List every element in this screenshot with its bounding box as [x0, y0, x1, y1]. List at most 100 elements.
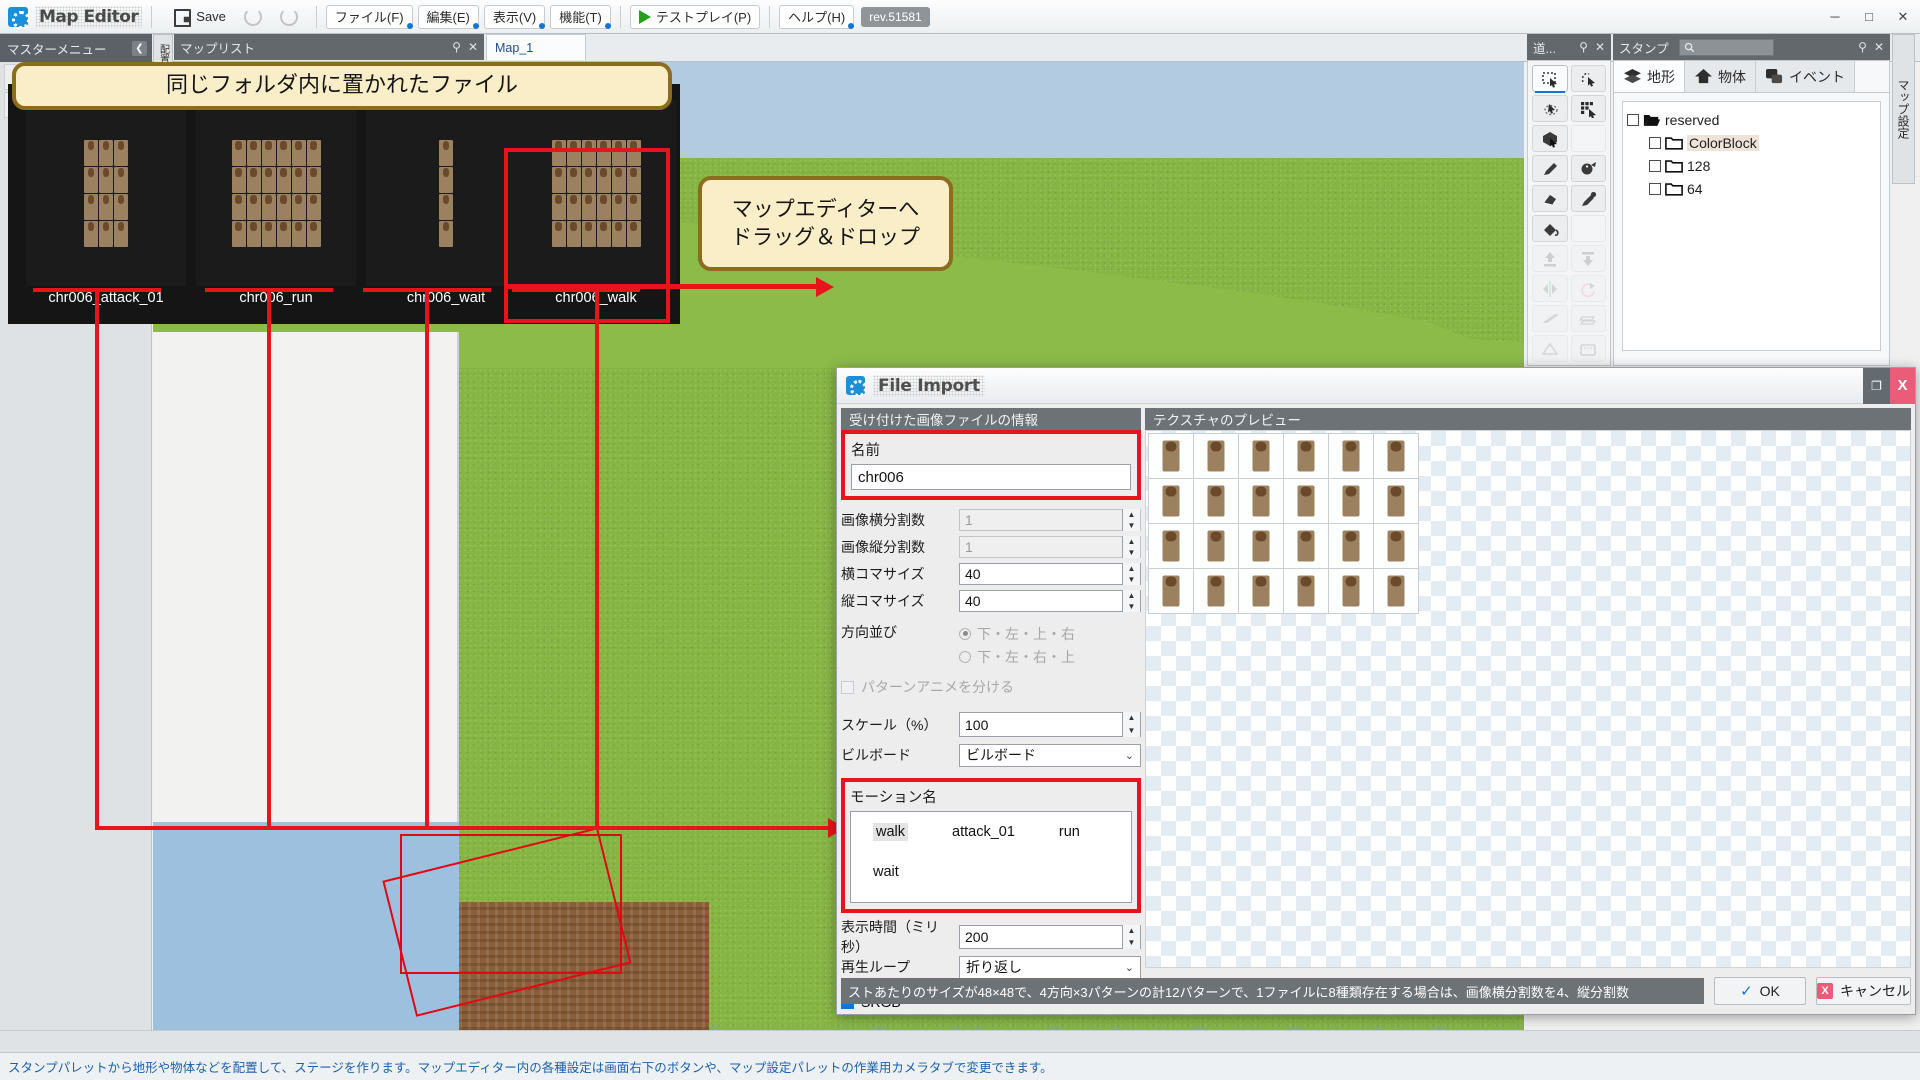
grid-select-tool[interactable] — [1571, 95, 1607, 122]
tree-checkbox[interactable] — [1649, 183, 1661, 195]
help-button[interactable]: ヘルプ(H) — [779, 5, 854, 29]
spinner-arrows[interactable]: ▲▼ — [1122, 712, 1140, 737]
tree-node-128[interactable]: 128 — [1627, 154, 1876, 177]
file-thumbnail[interactable] — [516, 100, 676, 286]
preview-cell[interactable] — [1284, 479, 1328, 523]
tree-checkbox[interactable] — [1649, 137, 1661, 149]
preview-cell[interactable] — [1329, 569, 1373, 613]
pin-icon[interactable]: ⚲ — [1858, 40, 1867, 54]
box-select-tool[interactable] — [1532, 125, 1568, 152]
close-button[interactable]: ✕ — [1886, 2, 1920, 32]
save-button[interactable]: Save — [165, 5, 235, 29]
preview-cell[interactable] — [1149, 434, 1193, 478]
tree-node-colorblock[interactable]: ColorBlock — [1627, 131, 1876, 154]
testplay-button[interactable]: テストプレイ(P) — [630, 5, 760, 29]
preview-cell[interactable] — [1149, 524, 1193, 568]
tab-event[interactable]: イベント — [1756, 61, 1855, 92]
ok-button[interactable]: ✓ OK — [1714, 977, 1806, 1005]
maximize-button[interactable]: □ — [1852, 2, 1886, 32]
file-thumbnail[interactable] — [196, 100, 356, 286]
menu-edit[interactable]: 編集(E) — [418, 5, 479, 29]
spinner-arrows[interactable]: ▲▼ — [1122, 925, 1140, 949]
dialog-close-button[interactable]: X — [1890, 368, 1915, 404]
lasso-pointer-tool[interactable] — [1571, 65, 1607, 92]
eraser-tool[interactable] — [1532, 185, 1568, 212]
preview-cell[interactable] — [1149, 479, 1193, 523]
stamp-tree[interactable]: reservedColorBlock12864 — [1622, 101, 1881, 351]
fill-bucket-tool[interactable] — [1532, 215, 1568, 242]
scale-input[interactable]: 100 ▲▼ — [959, 712, 1141, 737]
preview-cell[interactable] — [1239, 479, 1283, 523]
motion-list[interactable]: walk attack_01 run wait — [850, 811, 1132, 903]
free-select-tool[interactable] — [1532, 95, 1568, 122]
preview-cell[interactable] — [1239, 434, 1283, 478]
redo-button[interactable] — [271, 5, 307, 29]
eyedropper-tool[interactable] — [1571, 185, 1607, 212]
vsplit-count-input[interactable]: 1 ▲▼ — [959, 536, 1141, 558]
preview-cell[interactable] — [1374, 524, 1418, 568]
preview-cell[interactable] — [1329, 524, 1373, 568]
preview-cell[interactable] — [1239, 569, 1283, 613]
motion-item-wait[interactable]: wait — [873, 864, 899, 880]
close-icon[interactable]: ✕ — [1874, 40, 1884, 54]
menu-view[interactable]: 表示(V) — [484, 5, 545, 29]
preview-cell[interactable] — [1194, 434, 1238, 478]
tree-node-64[interactable]: 64 — [1627, 177, 1876, 200]
file-thumbnail[interactable] — [366, 100, 526, 286]
spinner-arrows[interactable]: ▲▼ — [1122, 509, 1140, 531]
preview-cell[interactable] — [1284, 569, 1328, 613]
close-icon[interactable]: ✕ — [1595, 40, 1605, 54]
rect-select-tool[interactable] — [1532, 65, 1568, 92]
preview-cell[interactable] — [1374, 569, 1418, 613]
spinner-arrows[interactable]: ▲▼ — [1122, 590, 1140, 612]
pen-tool[interactable] — [1532, 155, 1568, 182]
stamp-search-input[interactable] — [1679, 39, 1774, 56]
preview-cell[interactable] — [1194, 524, 1238, 568]
close-icon[interactable]: ✕ — [468, 40, 478, 54]
collapse-chevron-icon[interactable]: ❮ — [132, 41, 147, 56]
motion-item-run[interactable]: run — [1059, 824, 1080, 840]
tab-terrain[interactable]: 地形 — [1614, 61, 1685, 92]
pin-icon[interactable]: ⚲ — [452, 40, 461, 54]
blank-slot-2[interactable] — [1571, 215, 1607, 242]
direction-option-2[interactable]: 下・左・右・上 — [959, 645, 1141, 668]
menu-function[interactable]: 機能(T) — [550, 5, 611, 29]
tree-node-reserved[interactable]: reserved — [1627, 108, 1876, 131]
minimize-button[interactable]: ─ — [1818, 2, 1852, 32]
billboard-select[interactable]: ビルボード ⌄ — [959, 744, 1141, 767]
direction-option-1[interactable]: 下・左・上・右 — [959, 622, 1141, 645]
blank-slot[interactable] — [1571, 125, 1607, 152]
motion-item-walk[interactable]: walk — [873, 823, 908, 841]
split-pattern-checkbox-row[interactable]: パターンアニメを分ける — [841, 675, 1141, 699]
dialog-maximize-button[interactable]: ❐ — [1863, 368, 1890, 404]
master-menu-header[interactable]: マスターメニュー ❮ — [0, 34, 152, 62]
preview-cell[interactable] — [1149, 569, 1193, 613]
name-input[interactable]: chr006 — [851, 464, 1131, 490]
spinner-arrows[interactable]: ▲▼ — [1122, 536, 1140, 558]
texture-preview-area[interactable] — [1145, 430, 1911, 968]
preview-cell[interactable] — [1284, 434, 1328, 478]
pin-icon[interactable]: ⚲ — [1579, 40, 1588, 54]
tree-checkbox[interactable] — [1649, 160, 1661, 172]
vertical-tab-map-settings[interactable]: マップ設定 — [1892, 34, 1915, 184]
preview-cell[interactable] — [1329, 479, 1373, 523]
tree-checkbox[interactable] — [1627, 114, 1639, 126]
spinner-arrows[interactable]: ▲▼ — [1122, 563, 1140, 585]
preview-cell[interactable] — [1194, 479, 1238, 523]
frame-height-input[interactable]: 40 ▲▼ — [959, 590, 1141, 612]
tab-map-1[interactable]: Map_1 — [486, 34, 586, 60]
file-thumbnail[interactable] — [26, 100, 186, 286]
motion-item-attack[interactable]: attack_01 — [952, 824, 1015, 840]
preview-cell[interactable] — [1194, 569, 1238, 613]
menu-file[interactable]: ファイル(F) — [326, 5, 413, 29]
undo-button[interactable] — [235, 5, 271, 29]
preview-cell[interactable] — [1284, 524, 1328, 568]
tab-object[interactable]: 物体 — [1685, 61, 1756, 92]
cancel-button[interactable]: X キャンセル — [1816, 977, 1911, 1005]
preview-cell[interactable] — [1374, 434, 1418, 478]
preview-cell[interactable] — [1239, 524, 1283, 568]
hsplit-count-input[interactable]: 1 ▲▼ — [959, 509, 1141, 531]
preview-cell[interactable] — [1329, 434, 1373, 478]
display-time-input[interactable]: 200 ▲▼ — [959, 925, 1141, 949]
preview-cell[interactable] — [1374, 479, 1418, 523]
